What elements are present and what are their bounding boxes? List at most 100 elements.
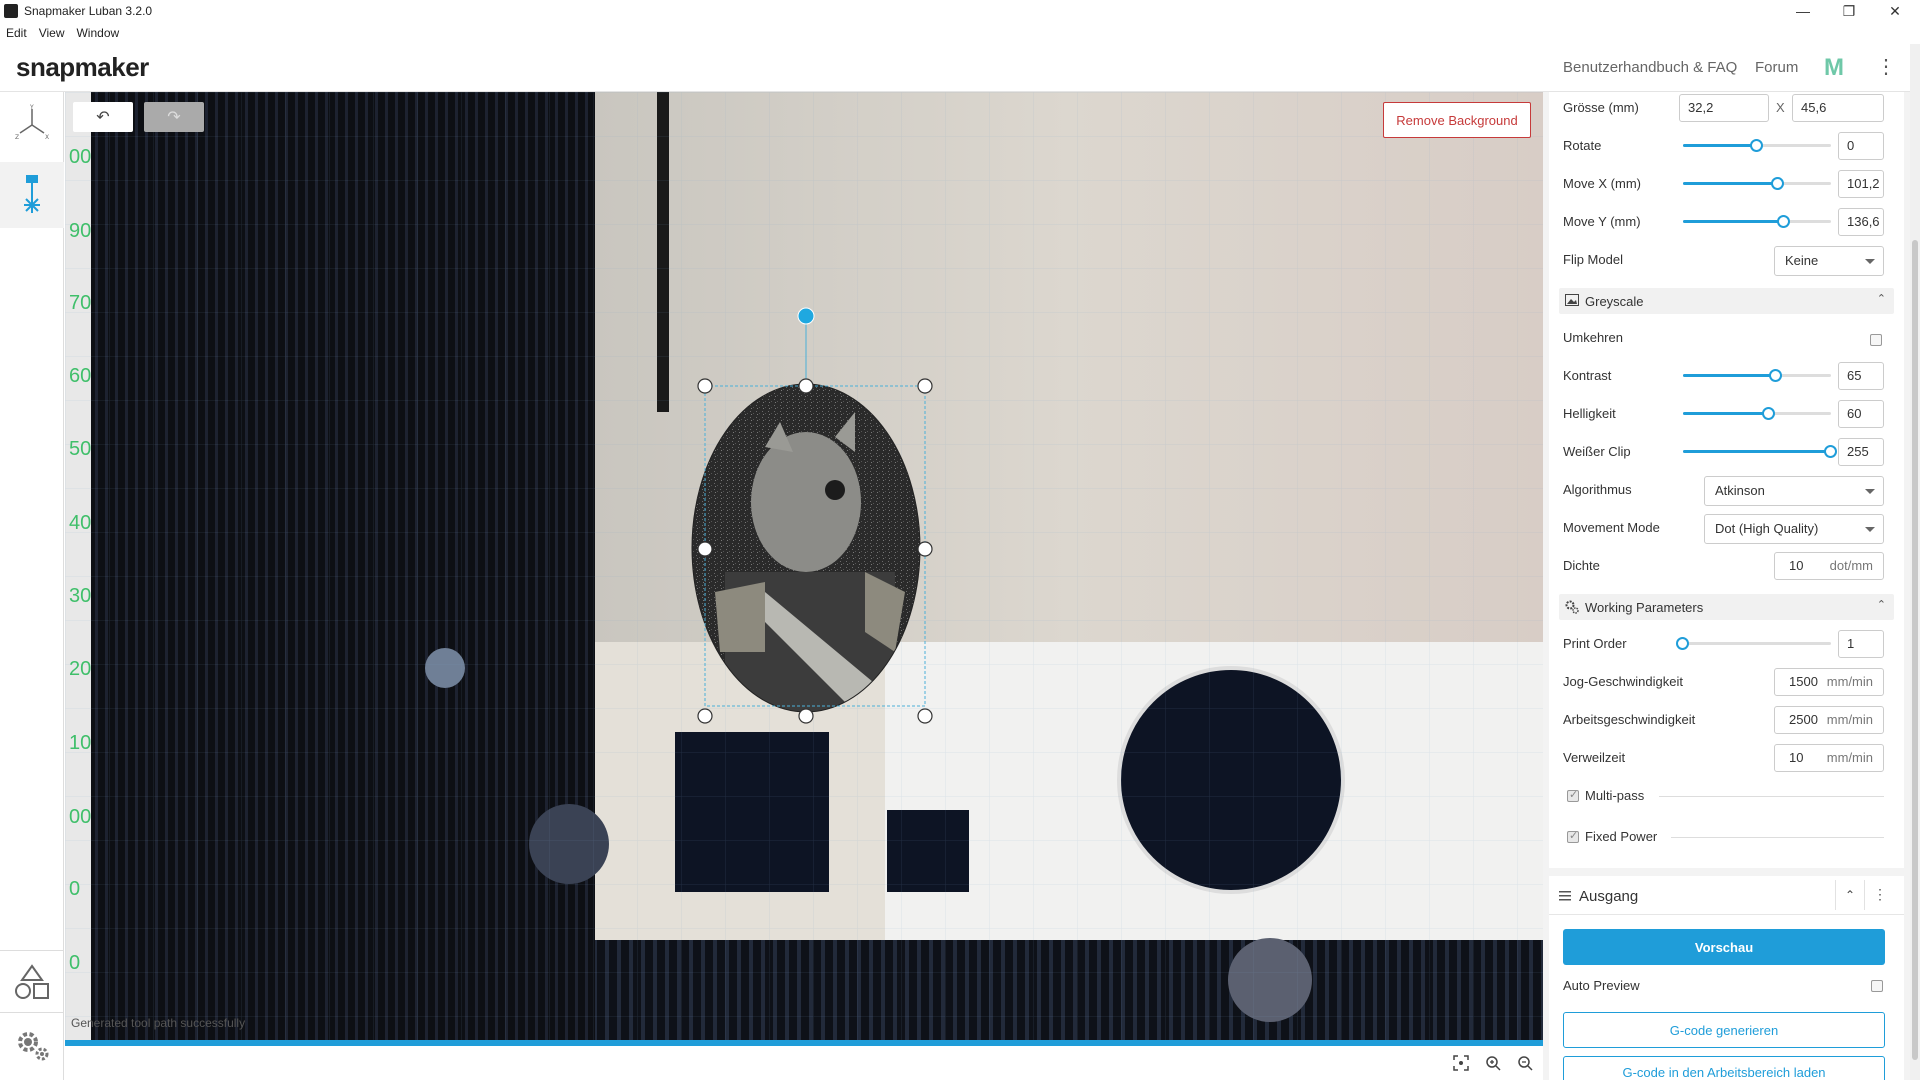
ruler-label: 40 [69,512,92,534]
maximize-button[interactable]: ❐ [1826,0,1872,22]
move-y-slider[interactable] [1683,215,1831,228]
jog-speed-input[interactable]: 1500 mm/min [1774,668,1884,696]
ruler-label: 70 [69,292,92,314]
fit-view-button[interactable] [1450,1052,1472,1074]
working-parameters-section-header[interactable]: Working Parameters ⌃ [1559,594,1894,620]
right-panel: Grösse (mm) 32,2 X 45,6 Rotate 0 Move X … [1543,92,1910,1080]
zoom-in-button[interactable] [1482,1052,1504,1074]
chevron-up-icon: ⌃ [1876,599,1886,611]
contrast-slider[interactable] [1683,369,1831,382]
move-y-input[interactable]: 136,6 [1838,208,1884,236]
print-order-slider[interactable] [1676,637,1831,650]
zoom-out-button[interactable] [1514,1052,1536,1074]
menu-edit[interactable]: Edit [6,26,27,40]
fixed-power-label: Fixed Power [1585,829,1658,844]
chevron-up-icon: ⌃ [1844,888,1856,902]
greyscale-section-header[interactable]: Greyscale ⌃ [1559,288,1894,314]
remove-background-button[interactable]: Remove Background [1383,102,1531,138]
ruler-label: 00 [69,806,92,828]
svg-text:X: X [45,134,49,141]
snapmaker-logo: snapmaker [16,52,149,82]
ruler-label: 10 [69,732,92,754]
scrollbar-thumb[interactable] [1912,240,1918,1060]
flip-select[interactable]: Keine [1774,246,1884,276]
work-speed-input[interactable]: 2500 mm/min [1774,706,1884,734]
collapse-output-button[interactable]: ⌃ [1835,880,1865,910]
forum-link[interactable]: Forum [1755,59,1798,76]
move-x-slider[interactable] [1683,177,1831,190]
density-value: 10 [1789,558,1804,573]
chevron-down-icon [1865,527,1875,532]
jog-speed-unit: mm/min [1826,674,1873,689]
shapes-tool[interactable] [0,950,64,1012]
contrast-row: Kontrast 65 [1549,360,1904,390]
redo-button[interactable]: ↷ [144,102,204,132]
title-bar: Snapmaker Luban 3.2.0 — ❐ ✕ [0,0,1920,22]
generate-gcode-button[interactable]: G-code generieren [1563,1012,1885,1048]
ruler-label: 30 [69,585,92,607]
working-parameters-title: Working Parameters [1585,600,1704,615]
algorithm-select[interactable]: Atkinson [1704,476,1884,506]
ruler-label: 00 [69,146,92,168]
white-clip-input[interactable]: 255 [1838,438,1884,466]
menu-window[interactable]: Window [76,26,119,40]
rotate-input[interactable]: 0 [1838,132,1884,160]
print-order-input[interactable]: 1 [1838,630,1884,658]
chevron-up-icon: ⌃ [1876,293,1886,305]
brand-m-icon[interactable]: M [1824,54,1844,82]
undo-button[interactable]: ↶ [73,102,133,132]
rotate-slider[interactable] [1683,139,1831,152]
dwell-time-input[interactable]: 10 mm/min [1774,744,1884,772]
chevron-down-icon [1865,489,1875,494]
contrast-input[interactable]: 65 [1838,362,1884,390]
panel-scrollbar[interactable] [1910,44,1920,1080]
movement-mode-value: Dot (High Quality) [1715,521,1819,536]
divider [1671,837,1884,838]
movement-mode-select[interactable]: Dot (High Quality) [1704,514,1884,544]
workspace-canvas[interactable]: 00 90 70 60 50 40 30 20 10 00 0 0 ↶ ↷ Re… [65,92,1543,1046]
white-clip-slider[interactable] [1683,445,1837,458]
movement-mode-row: Movement Mode Dot (High Quality) [1549,512,1904,544]
multi-pass-checkbox[interactable] [1567,788,1579,802]
settings-tool[interactable] [0,1012,64,1074]
jog-speed-label: Jog-Geschwindigkeit [1563,674,1683,689]
size-label: Grösse (mm) [1563,100,1639,115]
multi-pass-row: Multi-pass [1549,780,1904,810]
move-x-input[interactable]: 101,2 [1838,170,1884,198]
more-menu-icon[interactable]: ⋮ [1876,54,1896,79]
flip-value: Keine [1785,253,1819,268]
brightness-row: Helligkeit 60 [1549,398,1904,428]
size-separator: X [1776,100,1785,115]
manual-faq-link[interactable]: Benutzerhandbuch & FAQ [1563,59,1737,76]
move-y-row: Move Y (mm) 136,6 [1549,206,1904,236]
ruler-label: 0 [69,878,81,900]
dwell-time-row: Verweilzeit 10 mm/min [1549,742,1904,772]
axes-tool[interactable]: Y Z X [0,92,64,154]
density-input[interactable]: 10 dot/mm [1774,552,1884,580]
load-gcode-button[interactable]: G-code in den Arbeitsbereich laden [1563,1056,1885,1080]
output-card: Ausgang ⌃ ⋮ Vorschau Auto Preview G-code… [1549,876,1904,1080]
laser-icon [24,175,40,213]
invert-row: Umkehren [1549,322,1904,352]
output-more-icon[interactable]: ⋮ [1873,886,1887,903]
white-clip-label: Weißer Clip [1563,444,1631,459]
invert-checkbox[interactable] [1870,334,1882,346]
svg-text:Y: Y [29,104,34,111]
dwell-time-value: 10 [1789,750,1804,765]
white-clip-row: Weißer Clip 255 [1549,436,1904,466]
menu-view[interactable]: View [39,26,65,40]
brightness-slider[interactable] [1683,407,1831,420]
preview-button[interactable]: Vorschau [1563,929,1885,965]
brightness-input[interactable]: 60 [1838,400,1884,428]
size-height-input[interactable]: 45,6 [1792,94,1884,122]
auto-preview-checkbox[interactable] [1871,980,1883,992]
fixed-power-checkbox[interactable] [1567,829,1579,843]
jog-speed-row: Jog-Geschwindigkeit 1500 mm/min [1549,666,1904,696]
minimize-button[interactable]: — [1780,0,1826,22]
chevron-down-icon [1865,259,1875,264]
gear-icon [1565,600,1579,614]
camera-background [65,92,1543,1046]
close-button[interactable]: ✕ [1872,0,1918,22]
laser-tool[interactable] [0,162,64,228]
size-width-input[interactable]: 32,2 [1679,94,1769,122]
